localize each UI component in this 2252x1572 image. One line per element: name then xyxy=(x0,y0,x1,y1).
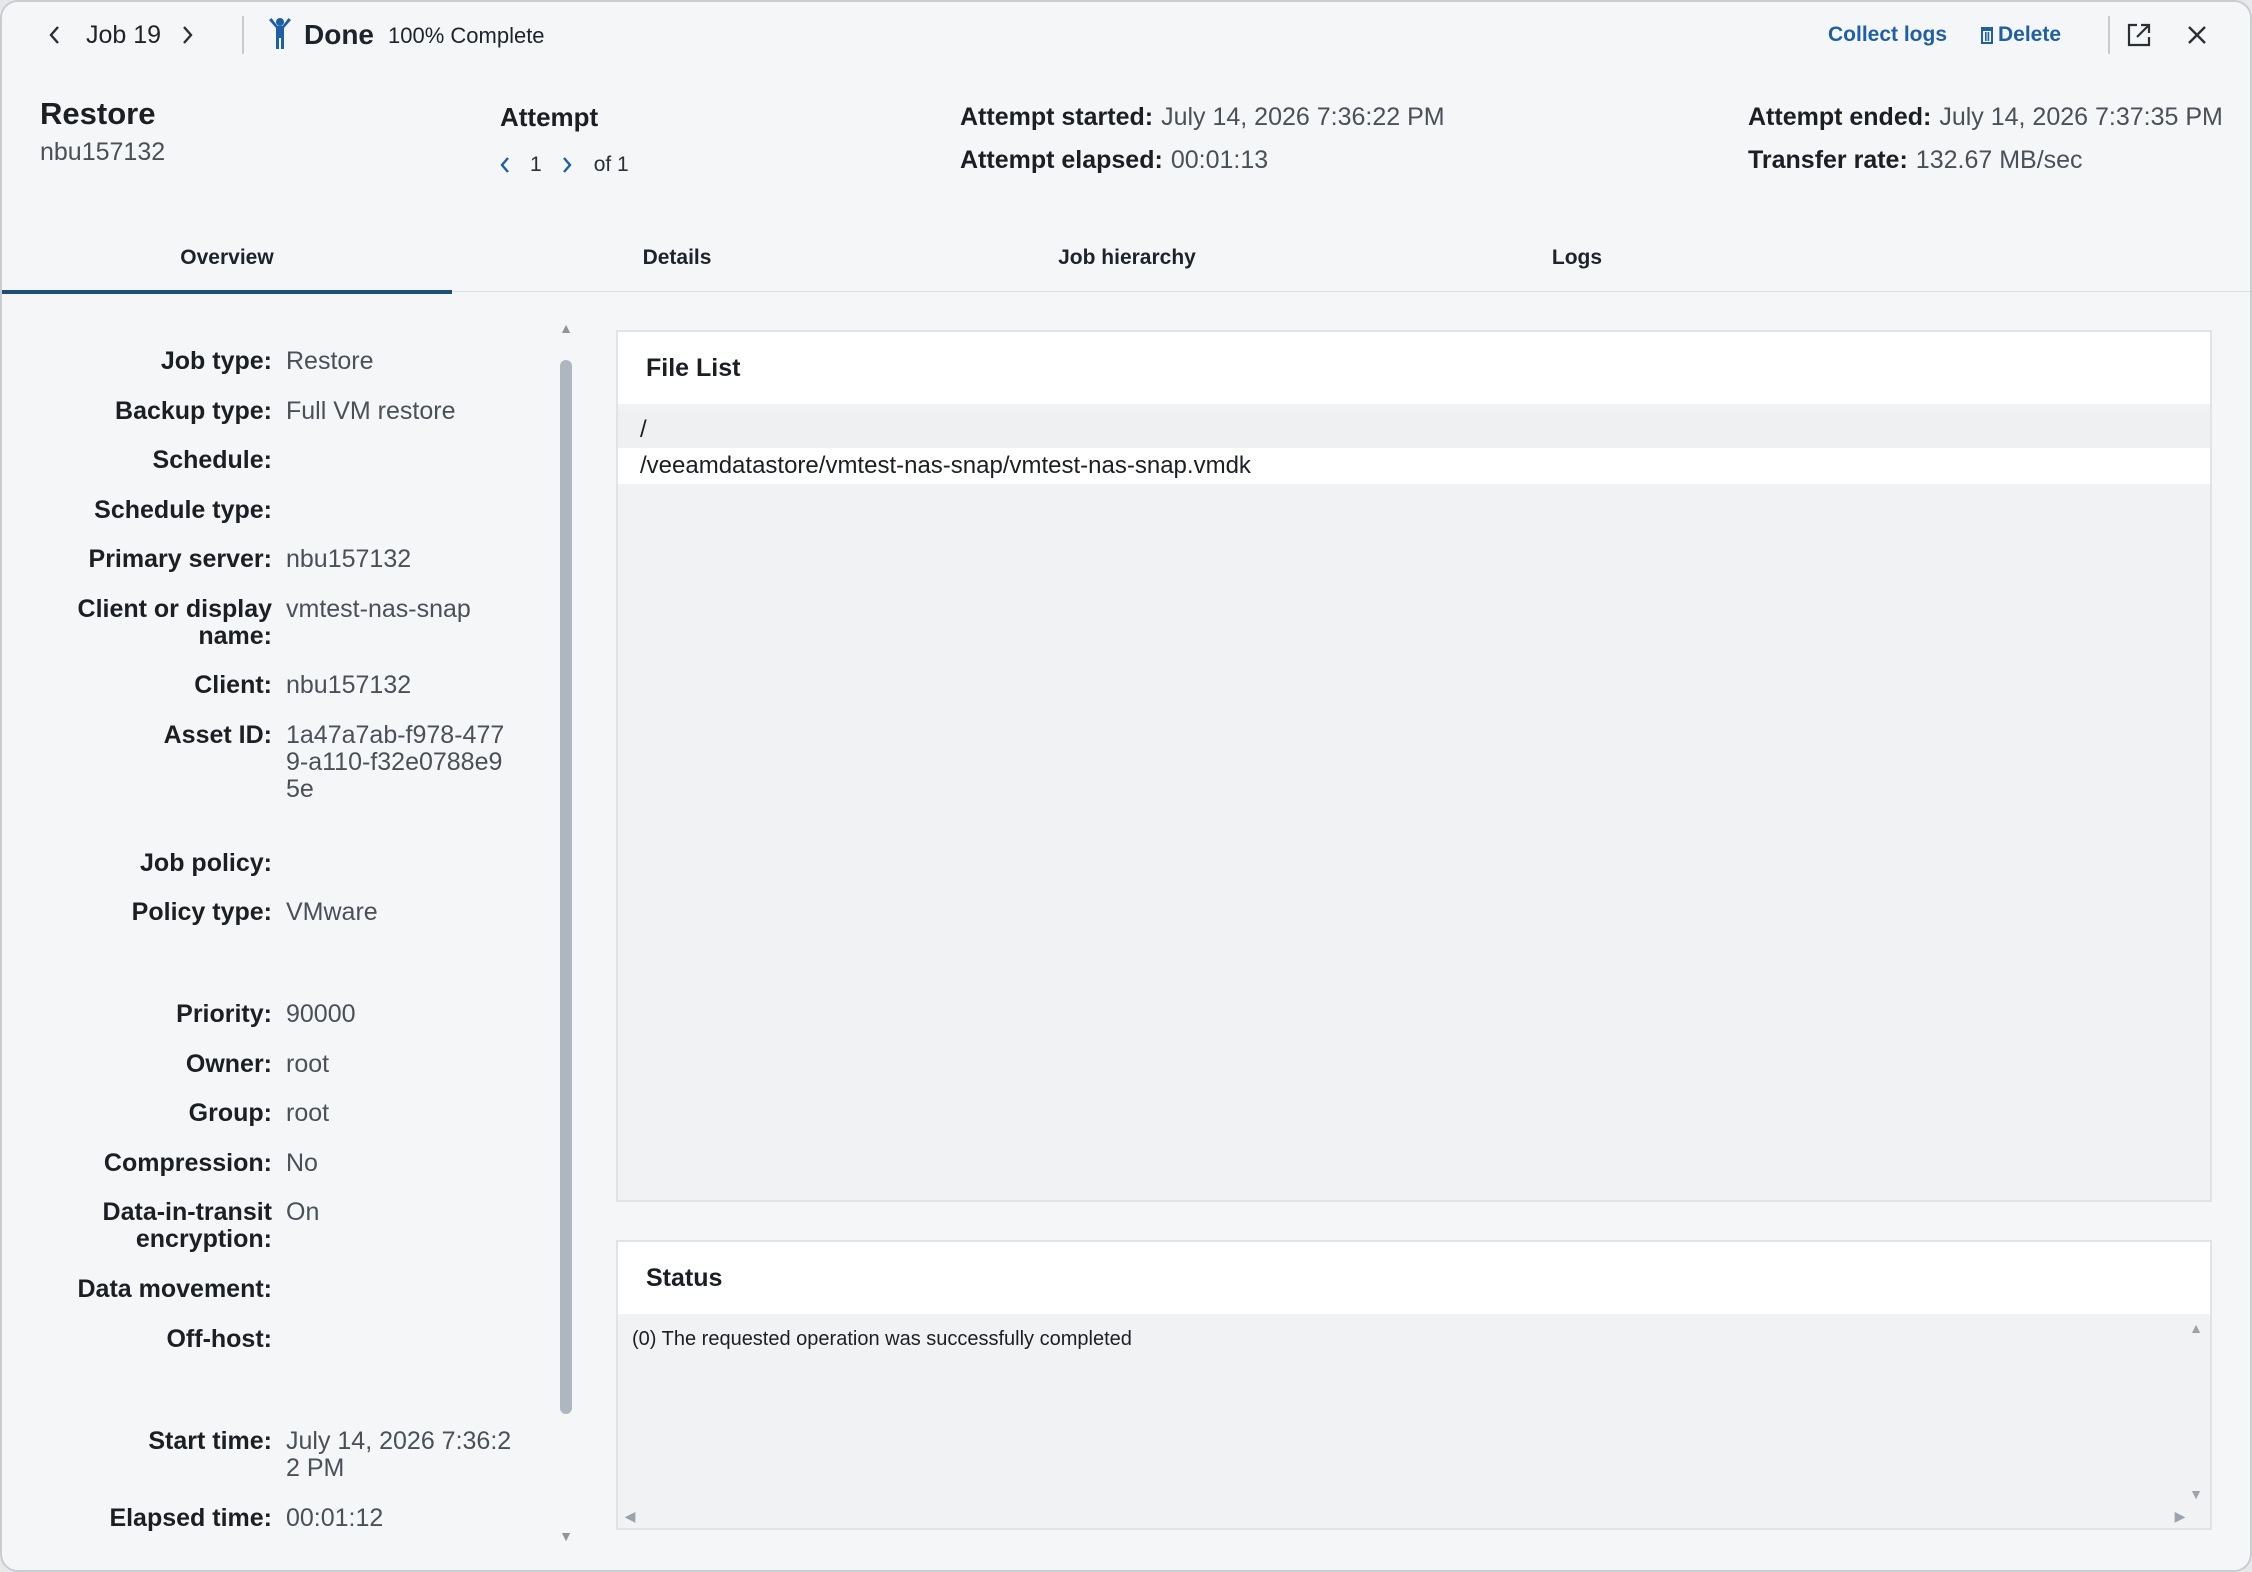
file-list-card: File List / /veeamdatastore/vmtest-nas-s… xyxy=(616,330,2212,1202)
field-policy-type: Policy type: VMware xyxy=(131,898,378,926)
status-title: Status xyxy=(618,1242,2210,1314)
chevron-right-icon xyxy=(183,26,193,44)
page-title: Restore xyxy=(40,96,156,131)
field-schedule: Schedule: xyxy=(152,446,272,474)
previous-attempt-button[interactable] xyxy=(494,150,516,180)
top-bar: Job 19 Done 100% Complete Collect logs D… xyxy=(2,2,2250,68)
field-compression: Compression: No xyxy=(103,1149,318,1177)
scroll-right-arrow-icon[interactable]: ▶ xyxy=(2172,1508,2188,1524)
divider xyxy=(2108,16,2110,54)
field-data-movement: Data movement: xyxy=(77,1275,273,1303)
delete-button[interactable]: Delete xyxy=(1980,20,2061,50)
field-group: Group: root xyxy=(188,1099,330,1127)
field-off-host: Off-host: xyxy=(166,1325,272,1353)
chevron-right-icon xyxy=(562,157,572,173)
overview-fields: Job type: Restore Backup type: Full VM res… xyxy=(2,302,582,1562)
scroll-left-arrow-icon[interactable]: ◀ xyxy=(622,1508,638,1524)
status-card: Status (0) The requested operation was s… xyxy=(616,1240,2212,1530)
collect-logs-button[interactable]: Collect logs xyxy=(1828,20,1947,50)
scroll-down-arrow-icon[interactable]: ▼ xyxy=(2188,1486,2204,1502)
field-start-time: Start time: July 14, 2026 7:36:22 PM xyxy=(148,1427,512,1482)
divider xyxy=(242,16,244,54)
attempt-title: Attempt xyxy=(500,102,599,132)
tab-details[interactable]: Details xyxy=(452,224,902,292)
scroll-up-arrow-icon[interactable]: ▲ xyxy=(2188,1320,2204,1336)
delete-label: Delete xyxy=(1998,23,2062,46)
field-backup-type: Backup type: Full VM restore xyxy=(115,397,456,425)
status-message: (0) The requested operation was successf… xyxy=(632,1328,1132,1350)
close-icon xyxy=(2188,26,2206,44)
scroll-thumb[interactable] xyxy=(560,360,572,1414)
file-list-item[interactable]: / xyxy=(618,412,2210,448)
external-link-icon xyxy=(2127,23,2151,47)
left-scrollbar[interactable]: ▲ ▼ xyxy=(558,320,574,1560)
field-primary-server: Primary server: nbu157132 xyxy=(88,545,412,573)
tab-logs[interactable]: Logs xyxy=(1352,224,1802,292)
trash-icon xyxy=(1981,27,1993,44)
attempt-ended: Attempt ended: July 14, 2026 7:37:35 PM xyxy=(1748,103,2223,131)
tab-job-hierarchy[interactable]: Job hierarchy xyxy=(902,224,1352,292)
attempt-pager: 1 of 1 xyxy=(494,150,629,180)
next-job-button[interactable] xyxy=(172,18,202,52)
attempt-total: of 1 xyxy=(593,153,629,176)
attempt-started: Attempt started: July 14, 2026 7:36:22 PM xyxy=(960,103,1445,131)
field-elapsed-time: Elapsed time: 00:01:12 xyxy=(109,1504,384,1532)
field-job-policy: Job policy: xyxy=(140,849,272,877)
scroll-down-arrow-icon[interactable]: ▼ xyxy=(558,1528,574,1544)
field-client: Client: nbu157132 xyxy=(194,671,412,699)
field-data-in-transit-encryption: Data-in-transit encryption: On xyxy=(102,1198,320,1253)
job-details-window: Job 19 Done 100% Complete Collect logs D… xyxy=(0,0,2252,1572)
done-person-icon xyxy=(269,18,291,49)
field-client-display-name: Client or display name: vmtest-nas-snap xyxy=(77,595,471,650)
tab-bar: Overview Details Job hierarchy Logs xyxy=(2,224,2250,294)
close-button[interactable] xyxy=(2180,18,2214,52)
field-owner: Owner: root xyxy=(185,1050,330,1078)
field-priority: Priority: 90000 xyxy=(176,1000,356,1028)
chevron-left-icon xyxy=(500,157,509,173)
next-attempt-button[interactable] xyxy=(556,150,578,180)
status-label: Done xyxy=(304,19,374,50)
field-job-type: Job type: Restore xyxy=(160,347,374,375)
scroll-up-arrow-icon[interactable]: ▲ xyxy=(558,320,574,336)
previous-job-button[interactable] xyxy=(40,18,70,52)
attempt-current: 1 xyxy=(530,153,542,176)
completion-label: 100% Complete xyxy=(388,23,545,48)
page-subtitle: nbu157132 xyxy=(40,138,166,166)
tab-overview[interactable]: Overview xyxy=(2,224,452,294)
field-asset-id: Asset ID: 1a47a7ab-f978-4779-a110-f32e078… xyxy=(163,721,505,803)
file-list-title: File List xyxy=(618,332,2210,404)
job-label: Job 19 xyxy=(86,21,162,49)
transfer-rate: Transfer rate: 132.67 MB/sec xyxy=(1748,146,2083,174)
attempt-elapsed: Attempt elapsed: 00:01:13 xyxy=(960,146,1269,174)
file-list-item[interactable]: /veeamdatastore/vmtest-nas-snap/vmtest-n… xyxy=(618,448,2210,484)
open-new-window-button[interactable] xyxy=(2122,18,2156,52)
chevron-left-icon xyxy=(49,26,59,44)
field-schedule-type: Schedule type: xyxy=(94,496,272,524)
